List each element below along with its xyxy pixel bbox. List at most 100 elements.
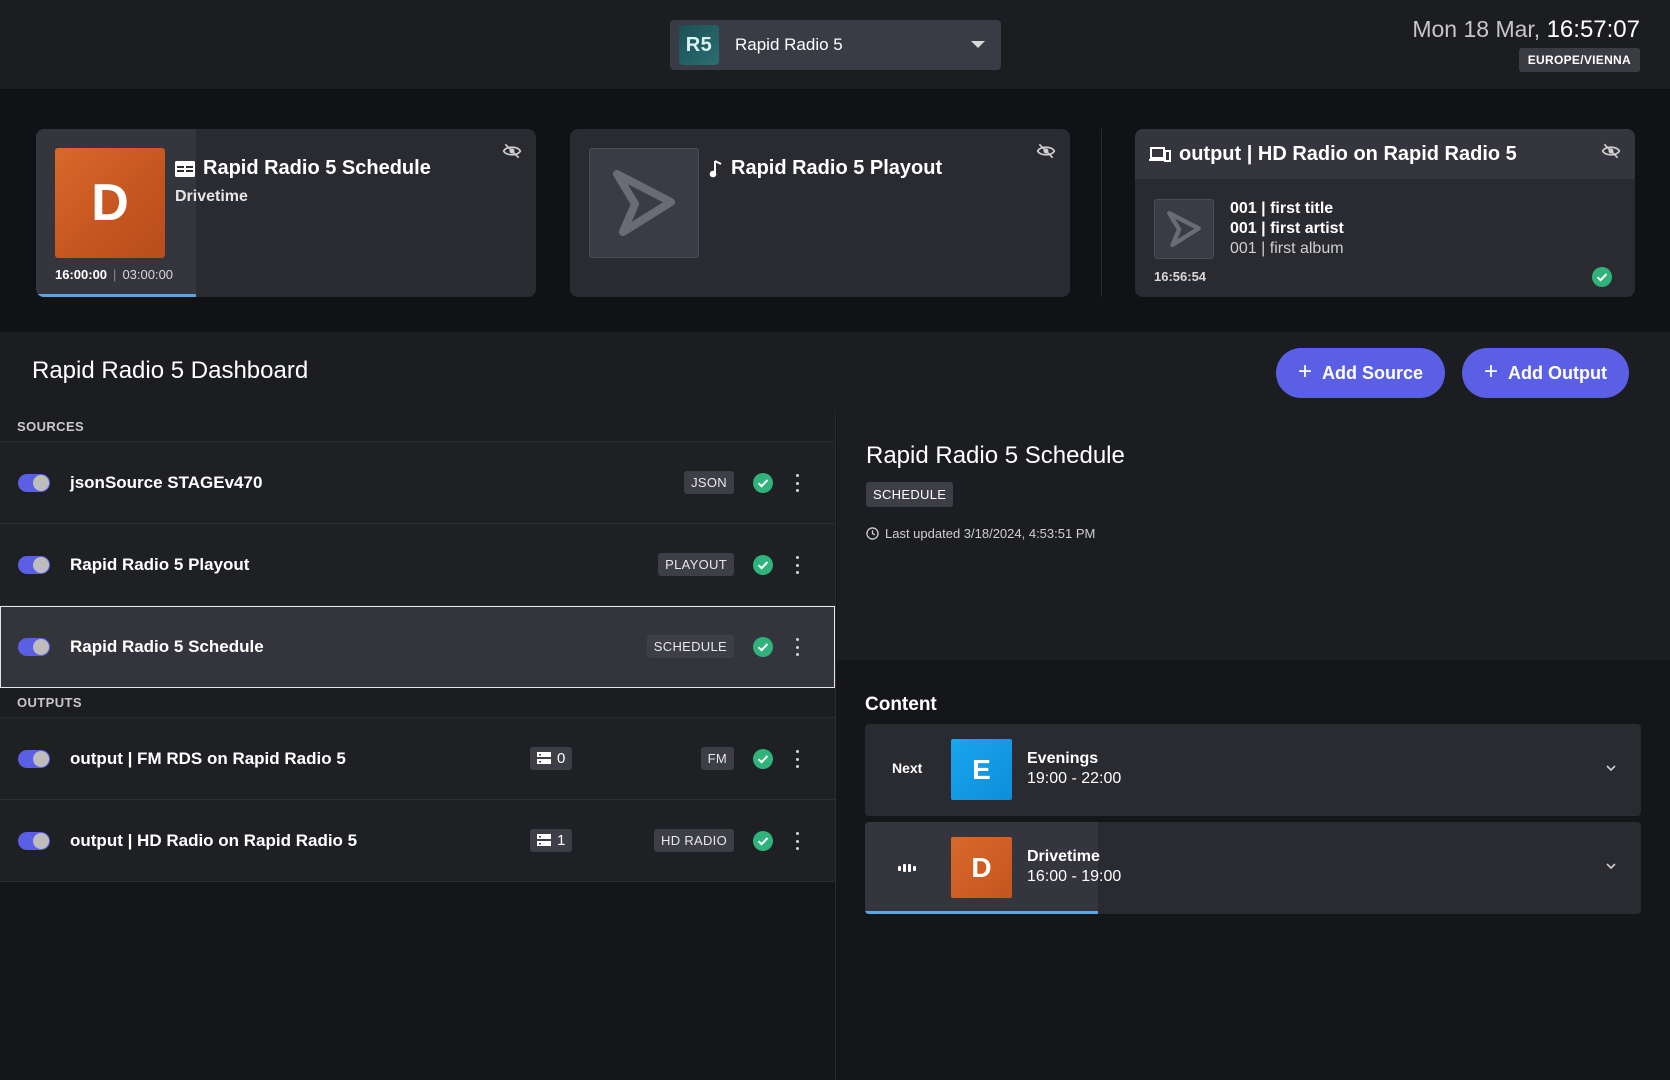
divider bbox=[1101, 129, 1102, 297]
source-row[interactable]: Rapid Radio 5 Playout PLAYOUT bbox=[0, 524, 835, 606]
connection-count-badge: 0 bbox=[530, 747, 573, 770]
station-name: Rapid Radio 5 bbox=[735, 35, 843, 54]
source-detail-header: Rapid Radio 5 Schedule SCHEDULE Last upd… bbox=[837, 412, 1670, 660]
enable-toggle[interactable] bbox=[18, 638, 50, 656]
show-time: 19:00 - 22:00 bbox=[1027, 770, 1122, 787]
track-metadata: 001 | first title 001 | first artist 001… bbox=[1230, 199, 1344, 259]
dashboard-header: Rapid Radio 5 Dashboard + Add Source + A… bbox=[0, 332, 1670, 412]
enable-toggle[interactable] bbox=[18, 750, 50, 768]
check-circle-icon bbox=[753, 831, 773, 851]
last-updated: Last updated 3/18/2024, 4:53:51 PM bbox=[866, 526, 1095, 541]
add-output-button[interactable]: + Add Output bbox=[1462, 348, 1629, 398]
enable-toggle[interactable] bbox=[18, 474, 50, 492]
sources-outputs-panel: SOURCES jsonSource STAGEv470 JSON Rapid … bbox=[0, 412, 836, 1080]
show-name: Drivetime bbox=[1027, 848, 1100, 865]
server-icon bbox=[537, 834, 551, 846]
start-time: 16:00:00 bbox=[55, 267, 108, 282]
enable-toggle[interactable] bbox=[18, 832, 50, 850]
clock: Mon 18 Mar, 16:57:07 bbox=[1412, 16, 1640, 44]
eye-off-icon[interactable] bbox=[1601, 141, 1621, 161]
card-title-text: Rapid Radio 5 Playout bbox=[731, 157, 943, 179]
separator: | bbox=[113, 267, 117, 282]
track-album: 001 | first album bbox=[1230, 240, 1344, 257]
check-circle-icon bbox=[753, 637, 773, 657]
detail-type-badge: SCHEDULE bbox=[866, 482, 954, 507]
card-subtitle: Drivetime bbox=[175, 188, 248, 205]
more-menu-icon[interactable] bbox=[795, 474, 799, 492]
station-selector[interactable]: R5 Rapid Radio 5 bbox=[670, 20, 1001, 70]
card-title: output | HD Radio on Rapid Radio 5 bbox=[1149, 143, 1517, 166]
more-menu-icon[interactable] bbox=[795, 832, 799, 850]
clock-date: Mon 18 Mar, bbox=[1412, 16, 1541, 42]
source-row-selected[interactable]: Rapid Radio 5 Schedule SCHEDULE bbox=[0, 606, 835, 688]
station-logo: R5 bbox=[679, 25, 719, 65]
eye-off-icon[interactable] bbox=[1036, 141, 1056, 161]
connection-count-badge: 1 bbox=[530, 829, 573, 852]
outputs-section-label: OUTPUTS bbox=[0, 688, 835, 718]
content-heading: Content bbox=[865, 694, 937, 715]
more-menu-icon[interactable] bbox=[795, 556, 799, 574]
placeholder-thumbnail bbox=[589, 148, 699, 258]
check-circle-icon bbox=[753, 555, 773, 575]
more-menu-icon[interactable] bbox=[795, 750, 799, 768]
cover-thumbnail: D bbox=[55, 148, 165, 258]
clock-icon bbox=[866, 527, 879, 540]
add-source-label: Add Source bbox=[1322, 362, 1424, 383]
timezone-badge: EUROPE/VIENNA bbox=[1518, 48, 1640, 72]
music-note-icon bbox=[709, 159, 722, 177]
progress-bar bbox=[36, 294, 196, 297]
add-source-button[interactable]: + Add Source bbox=[1276, 348, 1446, 398]
caret-down-icon bbox=[971, 41, 985, 48]
schedule-icon bbox=[175, 160, 195, 177]
eye-off-icon[interactable] bbox=[502, 141, 522, 161]
type-badge: FM bbox=[700, 747, 734, 770]
type-badge: PLAYOUT bbox=[658, 553, 734, 576]
output-now-card[interactable]: output | HD Radio on Rapid Radio 5 001 |… bbox=[1135, 129, 1635, 297]
show-thumbnail: D bbox=[951, 837, 1012, 898]
sources-section-label: SOURCES bbox=[0, 412, 835, 442]
playout-now-card[interactable]: Rapid Radio 5 Playout bbox=[570, 129, 1070, 297]
check-circle-icon bbox=[753, 473, 773, 493]
progress-bar bbox=[865, 911, 1098, 914]
plus-icon: + bbox=[1298, 358, 1313, 385]
connection-count: 1 bbox=[557, 832, 566, 849]
show-name: Evenings bbox=[1027, 750, 1099, 767]
show-time: 16:00 - 19:00 bbox=[1027, 868, 1122, 885]
output-name: output | HD Radio on Rapid Radio 5 bbox=[70, 831, 358, 850]
track-artist: 001 | first artist bbox=[1230, 220, 1344, 237]
type-badge: JSON bbox=[684, 471, 734, 494]
card-title-text: Rapid Radio 5 Schedule bbox=[203, 157, 431, 179]
top-bar: R5 Rapid Radio 5 Mon 18 Mar, 16:57:07 EU… bbox=[0, 0, 1670, 90]
card-title-text: output | HD Radio on Rapid Radio 5 bbox=[1179, 143, 1517, 165]
now-playing-strip: D Rapid Radio 5 Schedule Drivetime 16:00… bbox=[0, 90, 1670, 332]
output-row[interactable]: output | FM RDS on Rapid Radio 5 0 FM bbox=[0, 718, 835, 800]
more-menu-icon[interactable] bbox=[795, 638, 799, 656]
chevron-down-icon[interactable] bbox=[1605, 860, 1617, 872]
now-playing-icon bbox=[898, 864, 916, 872]
check-circle-icon bbox=[1592, 267, 1612, 287]
content-item-next[interactable]: Next E Evenings 19:00 - 22:00 bbox=[865, 724, 1641, 816]
page-title: Rapid Radio 5 Dashboard bbox=[32, 357, 309, 384]
content-item-current[interactable]: D Drivetime 16:00 - 19:00 bbox=[865, 822, 1641, 914]
devices-icon bbox=[1149, 146, 1171, 162]
connection-count: 0 bbox=[557, 750, 566, 767]
enable-toggle[interactable] bbox=[18, 556, 50, 574]
source-row[interactable]: jsonSource STAGEv470 JSON bbox=[0, 442, 835, 524]
content-panel: Content Next E Evenings 19:00 - 22:00 D … bbox=[837, 660, 1670, 1080]
chevron-down-icon[interactable] bbox=[1605, 762, 1617, 774]
placeholder-thumbnail bbox=[1154, 199, 1214, 259]
type-badge: SCHEDULE bbox=[646, 635, 734, 658]
play-logo-icon bbox=[613, 170, 675, 236]
card-title: Rapid Radio 5 Schedule bbox=[175, 157, 431, 180]
output-row[interactable]: output | HD Radio on Rapid Radio 5 1 HD … bbox=[0, 800, 835, 882]
clock-time: 16:57:07 bbox=[1546, 16, 1640, 43]
source-name: Rapid Radio 5 Schedule bbox=[70, 637, 264, 656]
card-title: Rapid Radio 5 Playout bbox=[709, 157, 942, 180]
card-times: 16:00:00 | 03:00:00 bbox=[55, 267, 173, 282]
show-thumbnail: E bbox=[951, 739, 1012, 800]
play-logo-icon bbox=[1167, 211, 1201, 247]
next-label: Next bbox=[892, 760, 923, 776]
track-title: 001 | first title bbox=[1230, 200, 1334, 217]
track-time: 16:56:54 bbox=[1154, 269, 1207, 284]
schedule-now-card[interactable]: D Rapid Radio 5 Schedule Drivetime 16:00… bbox=[36, 129, 536, 297]
